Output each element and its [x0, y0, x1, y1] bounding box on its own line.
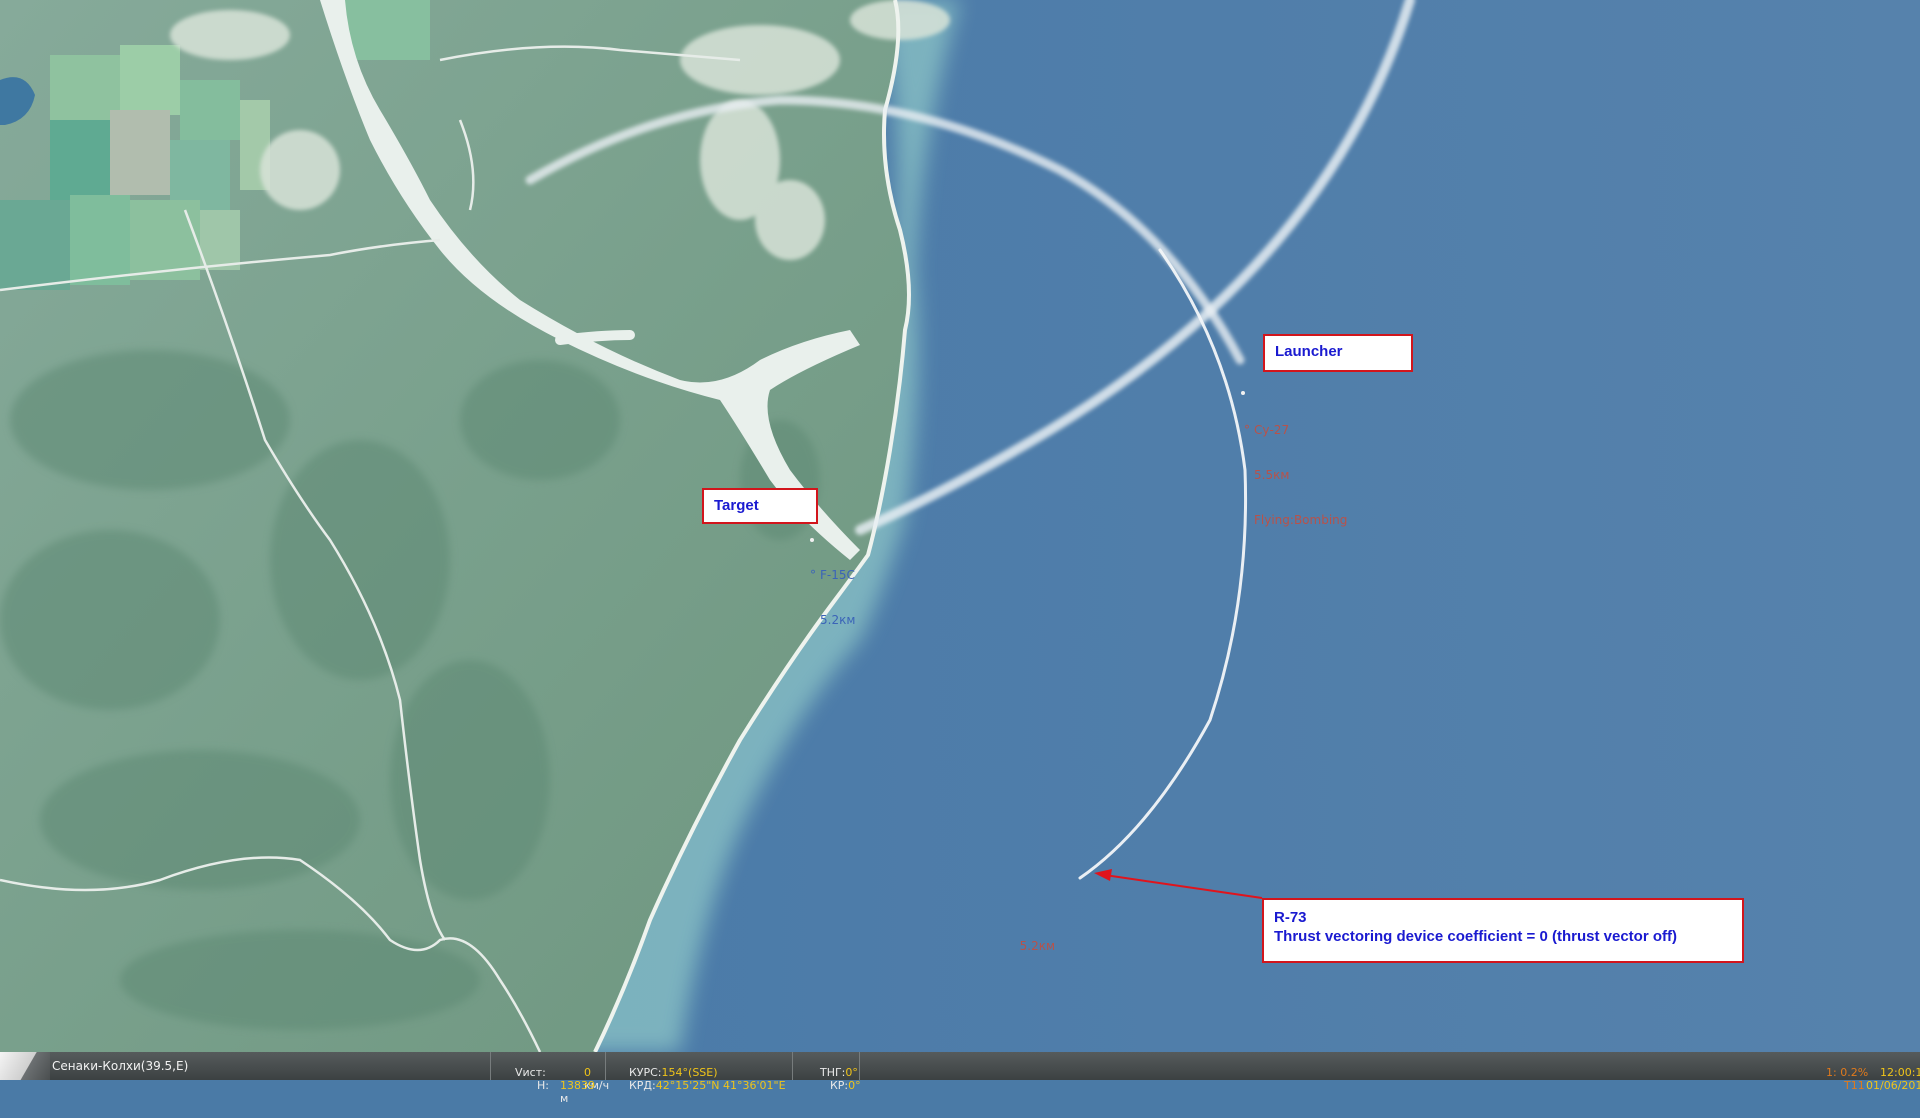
launcher-callout-text: Launcher — [1275, 343, 1343, 360]
target-callout: Target — [702, 488, 818, 524]
target-unit-label[interactable]: ° F-15C 5.2км — [810, 538, 855, 643]
launcher-unit-name: Су-27 — [1254, 423, 1290, 437]
attitude-panel: ТНГ:0° КР:0° — [792, 1052, 861, 1092]
target-callout-text: Target — [714, 497, 759, 514]
missile-callout: R-73 Thrust vectoring device coefficient… — [1262, 898, 1744, 963]
coords-label: КРД: — [628, 1079, 656, 1092]
altitude-value: 13839 — [559, 1079, 595, 1092]
launcher-unit-distance: 5.5км — [1254, 468, 1290, 482]
sim-date: 01/06/2011 — [1866, 1079, 1920, 1092]
speed-altitude-panel: Vист: 0 км/ч H: 13839 м — [490, 1052, 609, 1105]
launcher-unit-status: Flying:Bombing — [1254, 513, 1348, 527]
roll-label: КР: — [829, 1079, 849, 1092]
missile-callout-note: Thrust vectoring device coefficient = 0 … — [1274, 928, 1677, 945]
target-unit-distance: 5.2км — [820, 613, 856, 627]
course-coords-panel: КУРС:154°(SSE) КРД:42°15'25"N 41°36'01"E — [605, 1052, 793, 1092]
missile-callout-title: R-73 — [1274, 909, 1307, 926]
altitude-unit: м — [559, 1092, 569, 1105]
roll-value: 0° — [848, 1079, 861, 1092]
missile-distance: 5.2км — [1019, 939, 1056, 953]
status-bar: Сенаки-Колхи(39.5,E) Vист: 0 км/ч H: 138… — [0, 1052, 1920, 1105]
coords-value: 42°15'25"N 41°36'01"E — [655, 1079, 786, 1092]
nearest-airfield: Сенаки-Колхи(39.5,E) — [52, 1059, 189, 1073]
launcher-callout: Launcher — [1263, 334, 1413, 372]
sim-logo-icon — [0, 1052, 50, 1080]
target-unit-name: F-15C — [820, 568, 855, 582]
river-branch — [555, 330, 635, 345]
missile-distance-label: 5.2км — [1012, 924, 1055, 954]
launcher-unit-label[interactable]: ° Су-27 5.5км Flying:Bombing — [1244, 393, 1347, 543]
